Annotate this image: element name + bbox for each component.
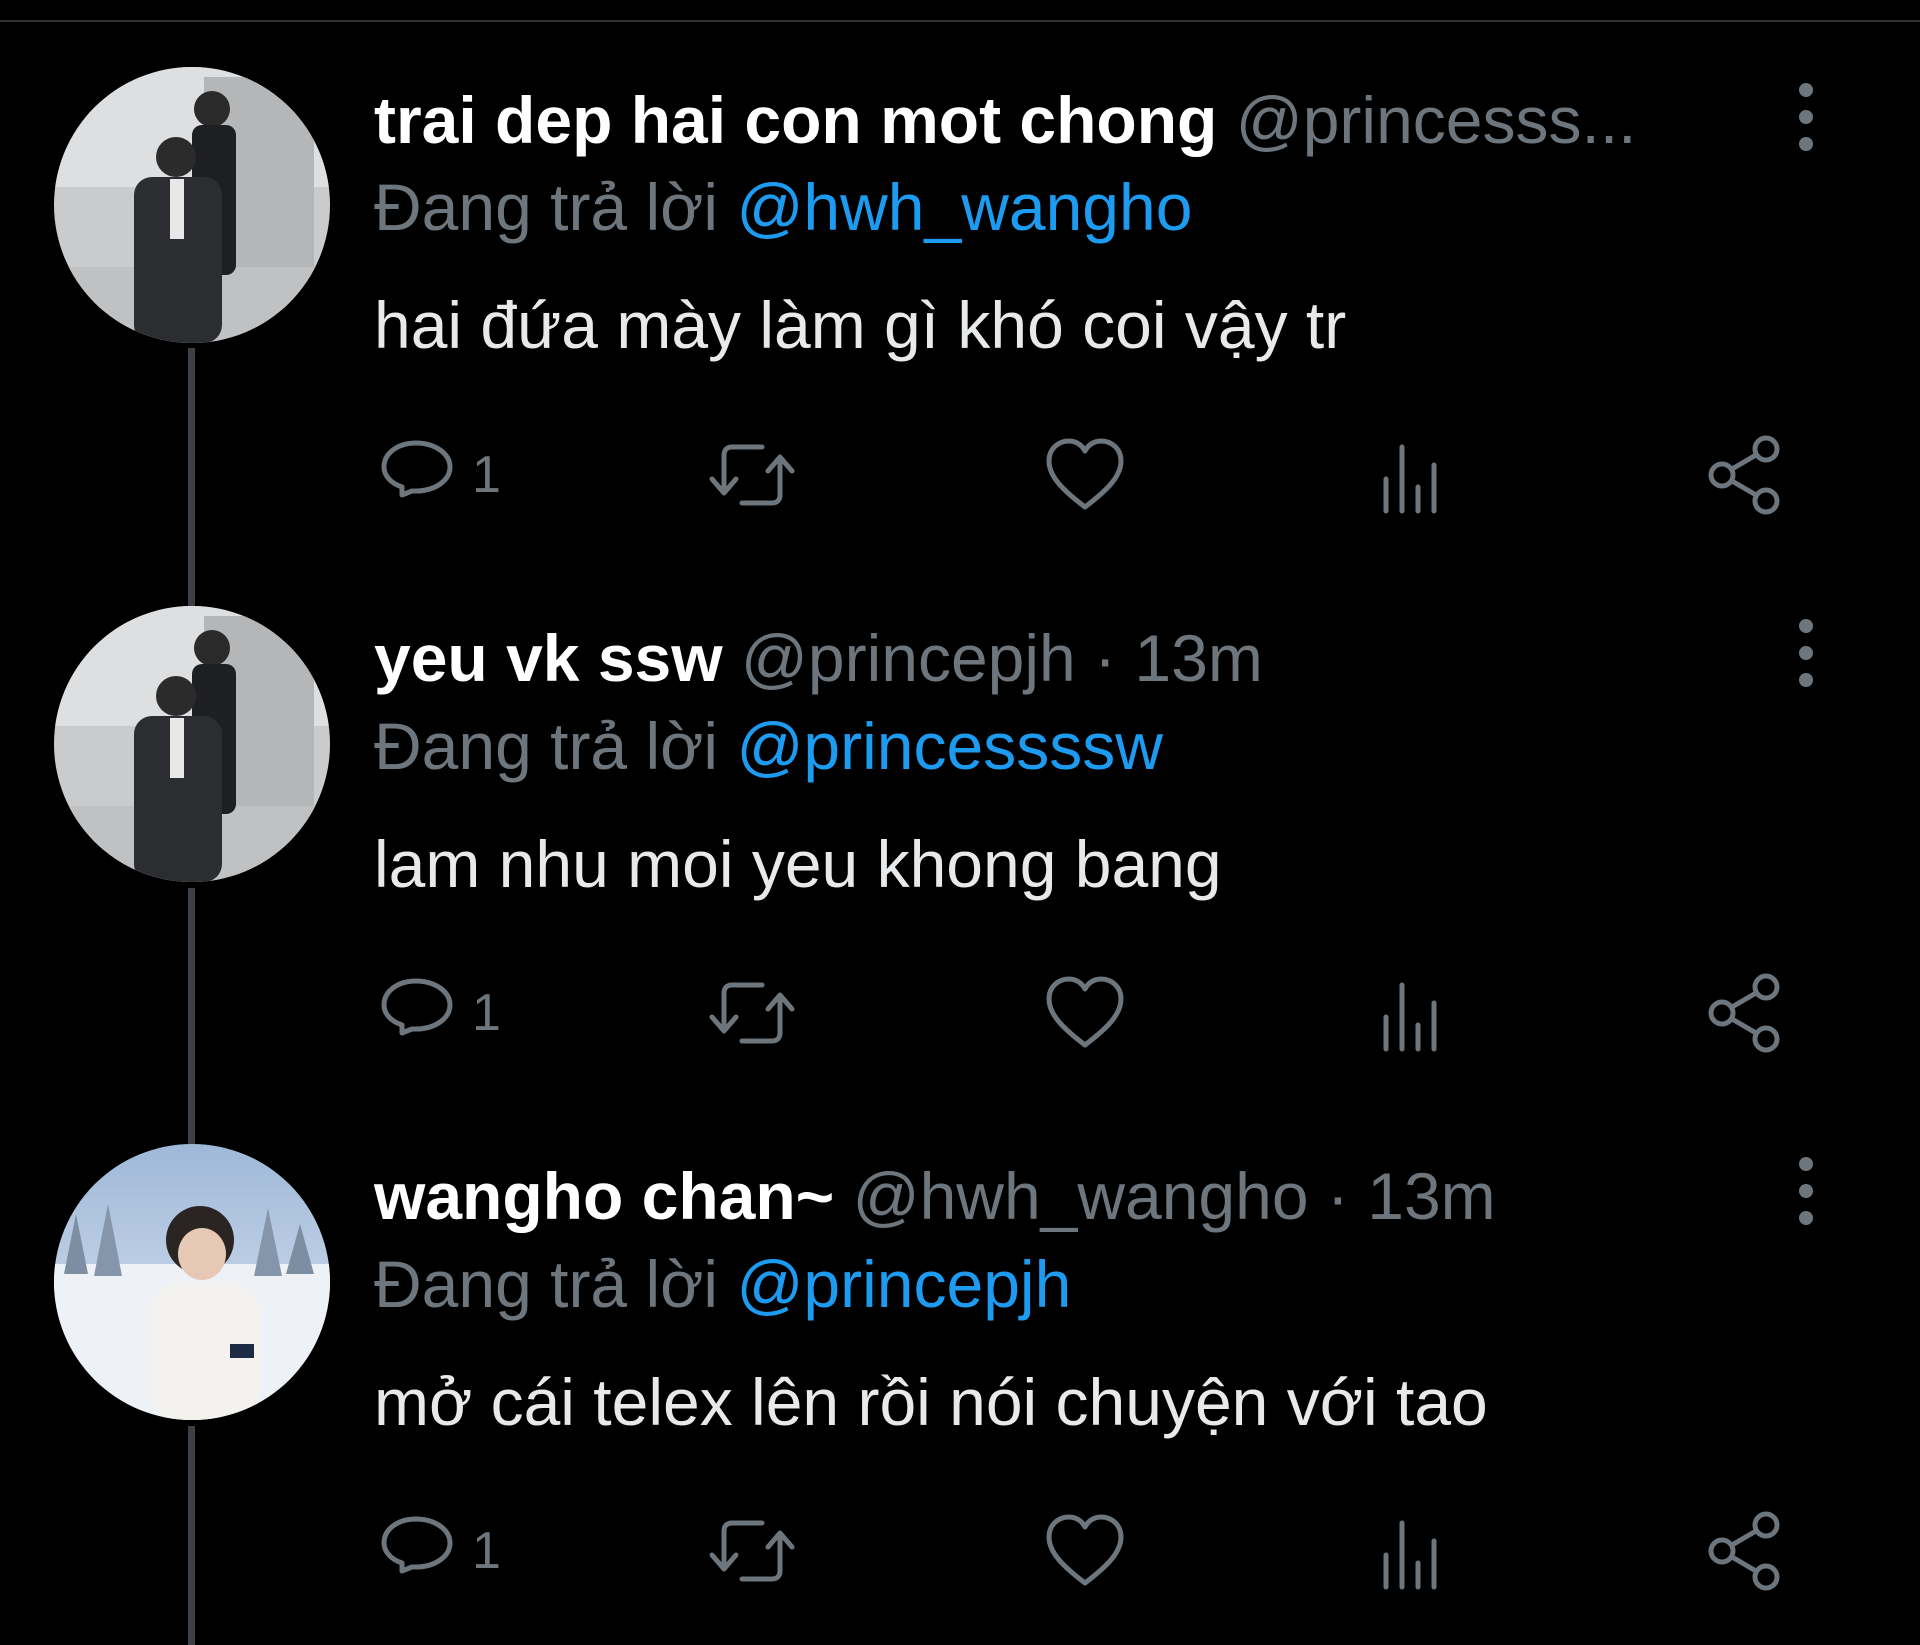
share-icon xyxy=(1708,435,1780,515)
tweet-header: wangho chan~ @hwh_wangho · 13m xyxy=(374,1158,1760,1234)
retweet-icon xyxy=(709,1520,795,1582)
more-options-button[interactable] xyxy=(1780,80,1832,160)
mention-link[interactable]: @princessssw xyxy=(736,709,1162,783)
separator-dot: · xyxy=(1326,1159,1349,1233)
replying-to-label: Đang trả lời xyxy=(374,709,719,783)
display-name[interactable]: trai dep hai con mot chong xyxy=(374,83,1217,157)
action-bar: 1 xyxy=(0,968,1920,1058)
tweet-text: lam nhu moi yeu khong bang xyxy=(374,827,1222,901)
like-button[interactable] xyxy=(1044,1506,1126,1596)
tweet-text: mở cái telex lên rồi nói chuyện với tao xyxy=(374,1365,1488,1439)
reply-button[interactable]: 1 xyxy=(378,430,501,520)
replying-to-label: Đang trả lời xyxy=(374,170,719,244)
like-button[interactable] xyxy=(1044,430,1126,520)
reply-bubble-icon xyxy=(381,440,453,498)
user-handle[interactable]: @princepjh xyxy=(741,621,1076,695)
separator-dot: · xyxy=(1094,621,1117,695)
share-button[interactable] xyxy=(1704,1506,1788,1596)
views-button[interactable] xyxy=(1378,968,1450,1058)
heart-icon xyxy=(1046,438,1124,510)
like-button[interactable] xyxy=(1044,968,1126,1058)
more-vertical-icon xyxy=(1799,619,1813,687)
reply-button[interactable]: 1 xyxy=(378,1506,501,1596)
mention-link[interactable]: @hwh_wangho xyxy=(736,170,1192,244)
replying-to-label: Đang trả lời xyxy=(374,1247,719,1321)
share-icon xyxy=(1708,1511,1780,1591)
reply-count: 1 xyxy=(472,1522,501,1580)
views-button[interactable] xyxy=(1378,430,1450,520)
retweet-button[interactable] xyxy=(706,968,798,1058)
user-handle[interactable]: @princesss... xyxy=(1236,83,1637,157)
share-button[interactable] xyxy=(1704,968,1788,1058)
heart-icon xyxy=(1046,1514,1124,1586)
share-icon xyxy=(1708,973,1780,1053)
reply-bubble-icon xyxy=(381,978,453,1036)
retweet-button[interactable] xyxy=(706,430,798,520)
display-name[interactable]: wangho chan~ xyxy=(374,1159,834,1233)
more-vertical-icon xyxy=(1799,1157,1813,1225)
tweet-header: yeu vk ssw @princepjh · 13m xyxy=(374,620,1760,696)
timestamp[interactable]: 13m xyxy=(1367,1159,1495,1233)
avatar[interactable] xyxy=(54,1144,330,1420)
tweet-text: hai đứa mày làm gì khó coi vậy tr xyxy=(374,288,1347,362)
retweet-icon xyxy=(709,444,795,506)
thread-line xyxy=(188,588,195,606)
analytics-bars-icon xyxy=(1383,1520,1437,1590)
user-handle[interactable]: @hwh_wangho xyxy=(853,1159,1309,1233)
reply-bubble-icon xyxy=(381,1516,453,1574)
action-bar: 1 xyxy=(0,430,1920,520)
views-button[interactable] xyxy=(1378,1506,1450,1596)
avatar[interactable] xyxy=(54,606,330,882)
share-button[interactable] xyxy=(1704,430,1788,520)
display-name[interactable]: yeu vk ssw xyxy=(374,621,723,695)
action-bar: 1 xyxy=(0,1506,1920,1596)
avatar[interactable] xyxy=(54,67,330,343)
replying-to: Đang trả lời @hwh_wangho xyxy=(374,167,1192,247)
replying-to: Đang trả lời @princessssw xyxy=(374,706,1163,786)
more-options-button[interactable] xyxy=(1780,1154,1832,1234)
retweet-button[interactable] xyxy=(706,1506,798,1596)
heart-icon xyxy=(1046,976,1124,1048)
analytics-bars-icon xyxy=(1383,444,1437,514)
reply-count: 1 xyxy=(472,984,501,1042)
timestamp[interactable]: 13m xyxy=(1134,621,1262,695)
reply-count: 1 xyxy=(472,446,501,504)
more-options-button[interactable] xyxy=(1780,616,1832,696)
reply-button[interactable]: 1 xyxy=(378,968,501,1058)
more-vertical-icon xyxy=(1799,83,1813,151)
top-divider xyxy=(0,0,1920,22)
analytics-bars-icon xyxy=(1383,982,1437,1052)
retweet-icon xyxy=(709,982,795,1044)
mention-link[interactable]: @princepjh xyxy=(736,1247,1071,1321)
replying-to: Đang trả lời @princepjh xyxy=(374,1244,1071,1324)
tweet-header: trai dep hai con mot chong @princesss... xyxy=(374,82,1760,158)
